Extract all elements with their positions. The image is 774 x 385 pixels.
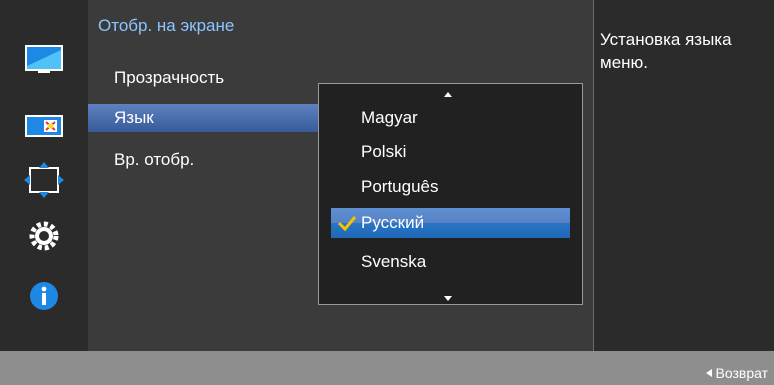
picture-icon[interactable] (20, 40, 68, 80)
checkmark-icon (337, 216, 357, 232)
menu-item-label: Вр. отобр. (114, 150, 195, 169)
help-text: Установка языка меню. (600, 30, 732, 72)
settings-icon[interactable] (20, 216, 68, 256)
main-menu-panel: Отобр. на экране Прозрачность Язык Вр. о… (88, 0, 594, 351)
scroll-up-arrow-icon[interactable] (444, 92, 452, 97)
language-option-magyar[interactable]: Magyar (319, 103, 582, 133)
help-panel: Установка языка меню. (594, 0, 774, 351)
return-label: Возврат (715, 365, 769, 381)
position-icon[interactable] (20, 160, 68, 200)
osd-screen: Отобр. на экране Прозрачность Язык Вр. о… (0, 0, 774, 385)
option-label: Svenska (361, 252, 427, 271)
option-label: Polski (361, 142, 407, 161)
left-triangle-icon (705, 369, 712, 377)
menu-item-transparency[interactable]: Прозрачность (88, 64, 318, 92)
footer-bar: Возврат (0, 351, 774, 385)
scroll-down-arrow-icon[interactable] (444, 296, 452, 301)
menu-title: Отобр. на экране (98, 16, 235, 35)
language-option-polski[interactable]: Polski (319, 137, 582, 167)
language-dropdown[interactable]: Magyar Polski Português Русский Svenska (318, 83, 583, 305)
color-icon[interactable] (20, 106, 68, 146)
language-option-russian[interactable]: Русский (331, 208, 570, 238)
menu-item-display-time[interactable]: Вр. отобр. (88, 146, 318, 174)
menu-item-language[interactable]: Язык (88, 104, 318, 132)
language-option-portugues[interactable]: Português (319, 172, 582, 202)
return-button[interactable]: Возврат (705, 365, 769, 381)
language-option-svenska[interactable]: Svenska (319, 247, 582, 277)
category-sidebar (0, 0, 88, 351)
option-label: Português (361, 177, 439, 196)
option-label: Magyar (361, 108, 418, 127)
menu-item-label: Язык (114, 108, 154, 127)
info-icon[interactable] (20, 276, 68, 316)
menu-item-label: Прозрачность (114, 68, 225, 87)
option-label: Русский (361, 213, 425, 232)
